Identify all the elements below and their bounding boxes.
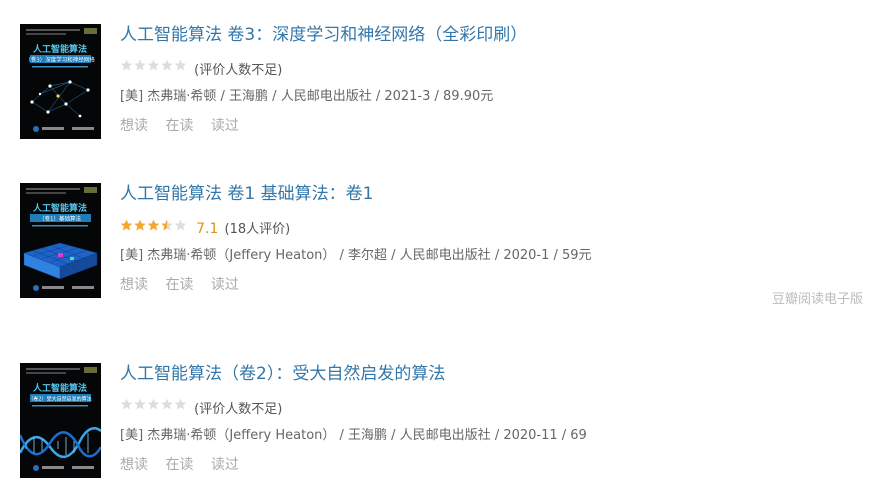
book-title-link[interactable]: 人工智能算法 卷3：深度学习和神经网络（全彩印刷） [120,24,527,46]
book-pub-info: [美] 杰弗瑞·希顿（Jeffery Heaton） / 王海鹏 / 人民邮电出… [120,428,587,443]
rating-count: (评价人数不足) [194,401,283,417]
book-rating: (评价人数不足) [120,398,283,419]
star-icon [120,219,133,230]
star-icon [134,59,146,71]
book-title-link[interactable]: 人工智能算法（卷2）：受大自然启发的算法 [120,363,445,385]
reading-button[interactable]: 在读 [165,457,193,473]
cover-subtitle: （卷2）受大自然启发的算法 [28,396,91,403]
rating-count: (18人评价) [224,222,291,237]
have-read-button[interactable]: 读过 [211,277,239,293]
star-icon [120,398,133,410]
book-cover[interactable]: 人工智能算法 （卷2）受大自然启发的算法 [20,363,101,478]
rating-stars [120,398,188,418]
book-actions: 想读 在读 读过 [120,275,252,295]
reading-button[interactable]: 在读 [165,118,193,134]
star-icon [134,219,146,230]
want-to-read-button[interactable]: 想读 [120,457,148,473]
book-item: 人工智能算法 （卷2）受大自然启发的算法 人工智能算法（卷2）：受大自然启发的算… [20,363,880,483]
rating-stars [120,59,188,79]
book-cover[interactable]: 人工智能算法 （卷3）深度学习和神经网络 [20,24,101,139]
star-icon [134,398,146,410]
book-rating: (评价人数不足) [120,59,283,80]
book-cover-image: 人工智能算法 （卷3）深度学习和神经网络 [20,24,101,139]
book-pub-info: [美] 杰弗瑞·希顿 / 王海鹏 / 人民邮电出版社 / 2021-3 / 89… [120,89,494,104]
book-title-link[interactable]: 人工智能算法 卷1 基础算法：卷1 [120,183,373,205]
reading-button[interactable]: 在读 [165,277,193,293]
star-icon [161,59,173,71]
rating-score: 7.1 [196,221,219,237]
star-icon [174,59,187,71]
star-icon [161,398,173,410]
star-icon [174,219,187,230]
book-cover[interactable]: 人工智能算法 （卷1）基础算法 [20,183,101,298]
star-icon [147,59,160,71]
book-rating: 7.1 (18人评价) [120,219,290,239]
book-actions: 想读 在读 读过 [120,455,252,475]
rating-stars-svg [120,398,187,410]
book-cover-image: 人工智能算法 （卷1）基础算法 [20,183,101,298]
star-icon [147,219,160,230]
want-to-read-button[interactable]: 想读 [120,277,148,293]
book-cover-image: 人工智能算法 （卷2）受大自然启发的算法 [20,363,101,478]
book-pub-info: [美] 杰弗瑞·希顿（Jeffery Heaton） / 李尔超 / 人民邮电出… [120,248,592,263]
cover-title: 人工智能算法 [32,43,87,55]
star-icon [120,59,133,71]
cover-subtitle: （卷3）深度学习和神经网络 [25,56,95,64]
have-read-button[interactable]: 读过 [211,118,239,134]
book-actions: 想读 在读 读过 [120,116,252,136]
book-item: 人工智能算法 （卷1）基础算法 人工智能算法 卷1 基础算法：卷1 7.1 (1… [20,183,880,303]
star-icon [147,398,160,410]
rating-stars [120,219,188,239]
have-read-button[interactable]: 读过 [211,457,239,473]
book-item: 人工智能算法 （卷3）深度学习和神经网络 人工智能算法 卷3：深度学习和神经网络… [20,24,880,144]
star-icon [161,219,173,230]
cover-subtitle: （卷1）基础算法 [39,215,81,223]
cover-title: 人工智能算法 [32,202,87,214]
star-icon [174,398,187,410]
rating-count: (评价人数不足) [194,62,283,78]
cover-title: 人工智能算法 [32,382,87,394]
rating-stars-svg [120,219,187,230]
ebook-link[interactable]: 豆瓣阅读电子版 [772,288,863,307]
want-to-read-button[interactable]: 想读 [120,118,148,134]
rating-stars-svg [120,59,187,71]
